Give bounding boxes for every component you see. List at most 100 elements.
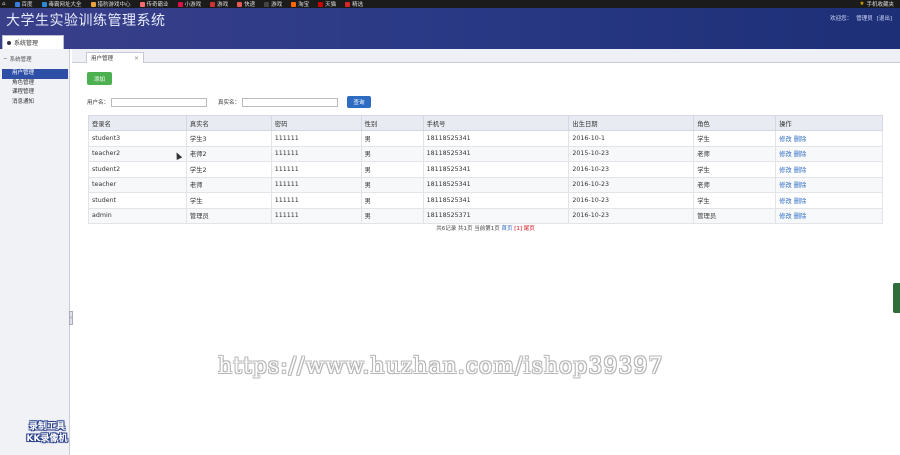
edit-link[interactable]: 修改 [779, 213, 792, 220]
pagination: 共6记录 共1页 当前第1页 首页 [1] 尾页 [88, 224, 883, 232]
edit-link[interactable]: 修改 [779, 198, 792, 205]
column-header[interactable]: 登录名 [88, 115, 187, 131]
bookmark-label: 精选 [352, 2, 364, 8]
table-cell: 管理员 [693, 207, 777, 224]
table-row: teacher 老师 111111 男 18118525341 2016-10-23 老师修… [88, 176, 883, 193]
table-row: teacher2 老师2 111111 男 18118525341 2015-10-23 老… [88, 145, 883, 162]
username-input[interactable] [111, 97, 208, 107]
logo-line2: KK录像机 [26, 434, 68, 444]
table-cell: 2015-10-23 [568, 145, 695, 162]
tab-label: 用户管理 [91, 56, 114, 62]
bookmark-label: 天猫 [325, 2, 337, 8]
table-row: student3 学生3 111111 男 18118525341 2016-10-1 学生… [88, 130, 883, 147]
column-header[interactable]: 操作 [775, 115, 883, 131]
bookmark-favicon-icon [291, 1, 297, 7]
table-cell: 111111 [270, 176, 362, 193]
bookmark-right-label: 手机收藏夹 [866, 2, 894, 8]
close-icon[interactable]: × [134, 55, 139, 62]
bookmark-favicon-icon [264, 1, 270, 7]
last-page-link[interactable]: 尾页 [524, 226, 535, 232]
delete-link[interactable]: 删除 [794, 151, 807, 158]
table-cell: 2016-10-23 [568, 192, 695, 209]
table-row: student2 学生2 111111 男 18118525341 2016-10-23 学… [88, 161, 883, 178]
column-header[interactable]: 性别 [360, 115, 424, 131]
recorder-logo: 录制工具 KK录像机 [14, 421, 80, 445]
home-icon[interactable]: ⌂ [2, 1, 6, 7]
bookmark-favicon-icon [14, 1, 20, 7]
bookmark-item[interactable]: 毒霸网址大全 [41, 0, 82, 8]
table-cell: 男 [360, 207, 424, 224]
table-cell: teacher2 [88, 145, 187, 162]
current-page: [1] [514, 226, 523, 232]
sidebar-group[interactable]: − 系统管理 [0, 55, 70, 63]
bookmark-item[interactable]: 游戏 [264, 0, 282, 8]
edit-link[interactable]: 修改 [779, 136, 792, 143]
delete-link[interactable]: 删除 [794, 167, 807, 174]
table-cell: 老师 [185, 176, 272, 193]
bookmark-item[interactable]: 游戏 [210, 0, 228, 8]
bookmark-right[interactable]: ★ 手机收藏夹 [860, 0, 894, 8]
bookmark-favicon-icon [90, 1, 96, 7]
column-header[interactable]: 密码 [270, 115, 362, 131]
realname-input[interactable] [242, 97, 339, 107]
table-cell: 男 [360, 192, 424, 209]
column-header[interactable]: 出生日期 [568, 115, 695, 131]
table-cell: 老师 [693, 145, 777, 162]
logo-line1: 录制工具 [28, 422, 65, 432]
column-header[interactable]: 真实名 [185, 115, 272, 131]
logout-link[interactable]: [退出] [877, 14, 892, 22]
tab-user-management[interactable]: 用户管理 × [86, 52, 144, 63]
table-cell: 学生 [693, 192, 777, 209]
sidebar-item-2[interactable]: 课程管理 [0, 88, 70, 98]
edit-link[interactable]: 修改 [779, 151, 792, 158]
collapse-arrow-icon[interactable]: ‹ [69, 311, 73, 325]
table-cell: 111111 [270, 145, 362, 162]
bookmark-item[interactable]: 猎豹游戏中心 [90, 0, 131, 8]
sidebar-item-0[interactable]: 用户管理 [2, 69, 68, 79]
add-button[interactable]: 添加 [87, 72, 112, 85]
bookmark-favicon-icon [345, 1, 351, 7]
edit-link[interactable]: 修改 [779, 182, 792, 189]
table-cell: 老师2 [185, 145, 272, 162]
side-scroll-tab[interactable] [893, 283, 900, 313]
table-cell: 学生 [185, 192, 272, 209]
query-button[interactable]: 查询 [347, 96, 371, 108]
bookmark-item[interactable]: 天猫 [318, 0, 336, 8]
bookmark-item[interactable]: 百度 [14, 0, 33, 8]
column-header[interactable]: 手机号 [422, 115, 570, 131]
bookmark-favicon-icon [318, 1, 324, 7]
table-cell: 学生2 [185, 161, 272, 178]
bookmark-item[interactable]: 淘宝 [291, 0, 309, 8]
table-cell: 男 [360, 145, 424, 162]
delete-link[interactable]: 删除 [794, 198, 807, 205]
table-cell: admin [88, 207, 187, 224]
bookmark-favicon-icon [210, 1, 216, 7]
tabs-bar: 用户管理 × [72, 49, 900, 63]
row-actions: 修改 删除 [775, 145, 883, 162]
table-cell: 18118525341 [422, 192, 570, 209]
user-table: 登录名 真实名 密码 性别 手机号 出生日期 角色 操作 student3 学生3 111111 男… [88, 115, 883, 224]
delete-link[interactable]: 删除 [794, 182, 807, 189]
table-cell: 学生 [693, 161, 777, 178]
table-cell: 111111 [270, 207, 362, 224]
sidebar-item-1[interactable]: 角色管理 [0, 79, 70, 89]
bookmark-item[interactable]: 快递 [237, 0, 255, 8]
bookmark-label: 百度 [21, 2, 33, 8]
edit-link[interactable]: 修改 [779, 167, 792, 174]
sidebar-item-3[interactable]: 消息通知 [0, 98, 70, 108]
bookmark-item[interactable]: 精选 [345, 0, 363, 8]
first-page-link[interactable]: 首页 [501, 226, 512, 232]
delete-link[interactable]: 删除 [794, 136, 807, 143]
table-cell: 老师 [693, 176, 777, 193]
row-actions: 修改 删除 [775, 161, 883, 178]
table-cell: 18118525341 [422, 161, 570, 178]
bullet-icon [7, 40, 11, 45]
bookmark-favicon-icon [139, 1, 145, 7]
sidebar-panel-title[interactable]: 系统管理 [2, 35, 64, 49]
table-cell: 111111 [270, 161, 362, 178]
bookmark-item[interactable]: 传奇霸业 [139, 0, 169, 8]
star-icon: ★ [859, 1, 865, 7]
column-header[interactable]: 角色 [693, 115, 777, 131]
bookmark-item[interactable]: 小游戏 [177, 0, 201, 8]
delete-link[interactable]: 删除 [794, 213, 807, 220]
